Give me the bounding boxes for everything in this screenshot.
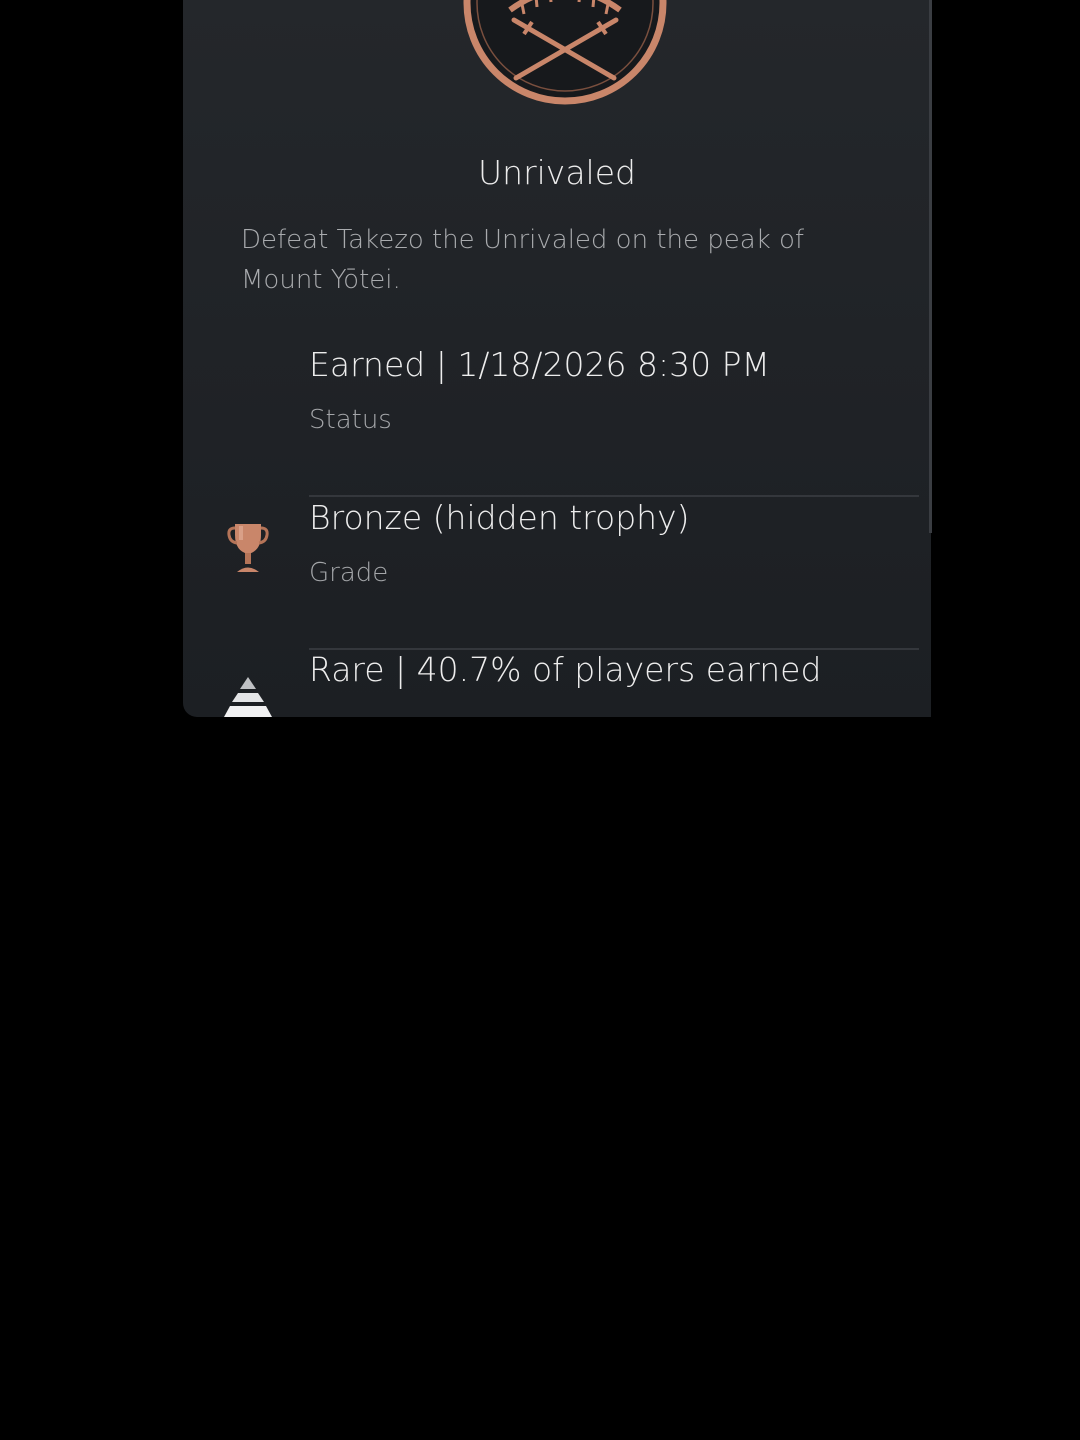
- grade-row: Bronze (hidden trophy) Grade: [309, 498, 919, 650]
- rarity-pyramid-icon: [224, 677, 272, 717]
- status-label: Status: [309, 405, 392, 435]
- status-value: Earned | 1/18/2026 8:30 PM: [309, 345, 770, 384]
- bronze-trophy-icon: [227, 524, 269, 572]
- rarity-row: Rare | 40.7% of players earned: [309, 650, 919, 717]
- scrollbar-edge: [929, 0, 932, 533]
- trophy-emblem-icon: [463, 0, 667, 105]
- rarity-value: Rare | 40.7% of players earned: [309, 650, 822, 689]
- grade-label: Grade: [309, 558, 389, 588]
- trophy-detail-panel: Unrivaled Defeat Takezo the Unrivaled on…: [183, 0, 931, 717]
- status-row: Earned | 1/18/2026 8:30 PM Status: [309, 345, 919, 497]
- trophy-name: Unrivaled: [478, 153, 636, 192]
- trophy-description: Defeat Takezo the Unrivaled on the peak …: [241, 225, 805, 295]
- grade-value: Bronze (hidden trophy): [309, 498, 690, 537]
- row-divider: [309, 495, 919, 497]
